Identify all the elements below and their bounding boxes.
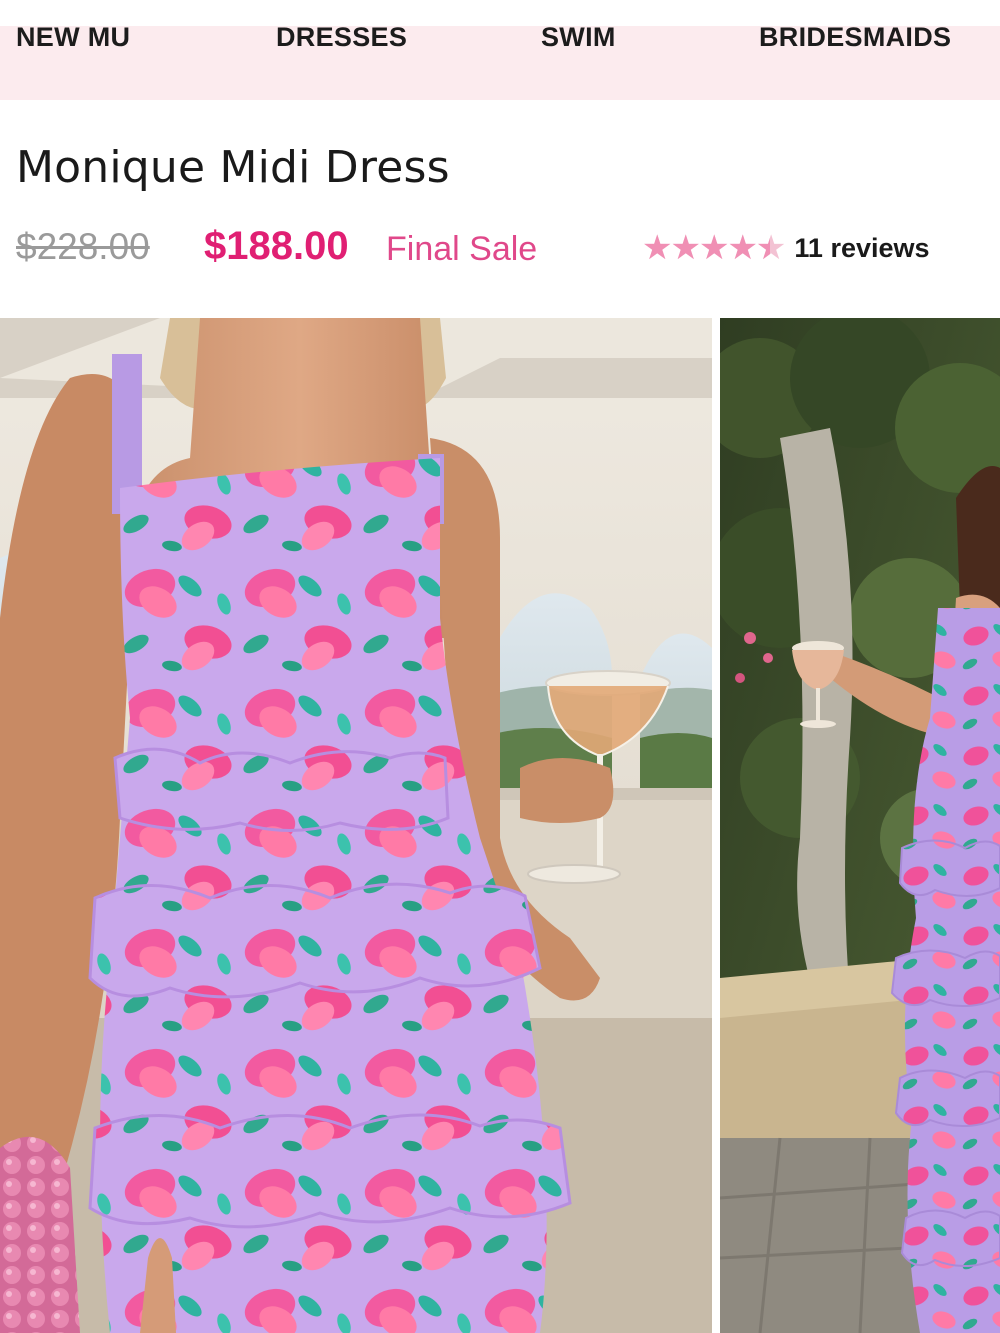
nav-item-dresses[interactable]: DRESSES — [276, 22, 407, 53]
nav-item-bridesmaids[interactable]: BRIDESMAIDS — [759, 22, 951, 53]
star-rating-icon: ★★★★★ ★★★★★ — [642, 229, 786, 267]
final-sale-label: Final Sale — [386, 230, 538, 268]
sale-price: $188.00 — [204, 224, 349, 268]
nav-item-new-mu[interactable]: NEW MU — [16, 22, 130, 53]
nav-item-swim[interactable]: SWIM — [541, 22, 616, 53]
rating-summary[interactable]: ★★★★★ ★★★★★ 11 reviews — [642, 228, 930, 268]
top-navigation-bar: NEW MU DRESSES SWIM BRIDESMAIDS — [0, 0, 1000, 100]
model-front-closeup-photo[interactable] — [0, 318, 712, 1333]
model-full-length-garden-photo[interactable] — [720, 318, 1000, 1333]
product-title: Monique Midi Dress — [16, 142, 450, 193]
reviews-link[interactable]: 11 reviews — [794, 233, 929, 264]
original-price: $228.00 — [16, 226, 150, 267]
